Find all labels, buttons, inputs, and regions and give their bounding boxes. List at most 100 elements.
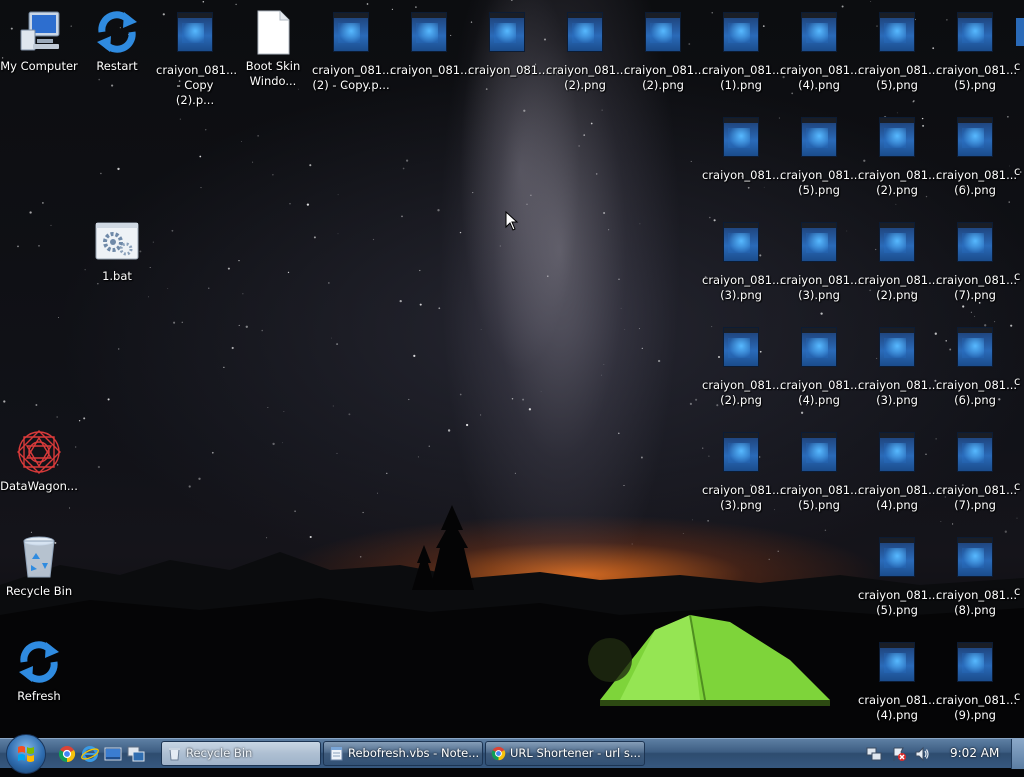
desktop-icon-label: craiyon_081... (2) - Copy.p...	[312, 63, 394, 92]
desktop-icon-png[interactable]: craiyon_081... (2).png	[702, 323, 784, 408]
desktop-icon-label: craiyon_081...	[390, 63, 472, 77]
image-thumbnail-icon	[957, 222, 993, 262]
taskbar-button-label: Recycle Bin	[186, 746, 253, 760]
desktop-icon-png[interactable]: craiyon_081... - Copy (2).p...	[156, 8, 237, 108]
desktop-icon-png[interactable]: craiyon_081...	[390, 8, 472, 78]
desktop-icon-png[interactable]: craiyon_081... (2).png	[624, 8, 705, 93]
desktop-icon-label: craiyon_081...	[702, 168, 784, 182]
volume-icon[interactable]	[914, 746, 930, 762]
image-thumbnail-icon	[645, 12, 681, 52]
image-thumbnail-icon	[957, 537, 993, 577]
desktop-icon-clipped[interactable]: c	[1014, 218, 1024, 284]
action-center-flag-icon[interactable]	[891, 746, 907, 762]
desktop-icon-label: craiyon_081... (2).png	[702, 378, 784, 407]
notepad-icon	[330, 746, 343, 761]
mouse-cursor-icon	[505, 211, 519, 231]
start-button[interactable]	[6, 734, 46, 774]
image-thumbnail-icon	[957, 327, 993, 367]
desktop-icon-label: craiyon_081... (2).png	[858, 168, 940, 197]
desktop-icon-clipped[interactable]: c	[1014, 323, 1024, 389]
desktop-icon-png[interactable]: craiyon_081... (3).png	[858, 323, 939, 408]
image-thumbnail-icon	[723, 327, 759, 367]
desktop-icon-png[interactable]: craiyon_081... (4).png	[858, 428, 939, 513]
desktop-icon-label: craiyon_081... (7).png	[936, 483, 1018, 512]
desktop-icon-label: craiyon_081... (4).png	[780, 63, 862, 92]
internet-explorer-icon[interactable]	[81, 745, 99, 763]
desktop-icon-label: craiyon_081... (7).png	[936, 273, 1018, 302]
desktop-icon-clipped[interactable]: c	[1014, 533, 1024, 599]
desktop-icon-png[interactable]: craiyon_081... (6).png	[936, 113, 1017, 198]
desktop-icon-clipped[interactable]: c	[1014, 8, 1024, 74]
taskbar-button-notepad[interactable]: Rebofresh.vbs - Note...	[323, 741, 483, 766]
desktop-icon-png[interactable]: craiyon_081... (5).png	[936, 8, 1018, 93]
desktop-icon-label: Boot Skin Windo...	[245, 59, 301, 88]
desktop-icon-png[interactable]: craiyon_081...	[468, 8, 549, 78]
desktop-icon-png[interactable]: craiyon_081... (2).png	[858, 218, 939, 303]
desktop-icon-png[interactable]: craiyon_081... (6).png	[936, 323, 1017, 408]
computer-icon	[20, 11, 60, 51]
desktop-icon-recycle-bin[interactable]: Recycle Bin	[0, 533, 78, 599]
image-thumbnail-icon	[879, 12, 915, 52]
desktop-icon-png[interactable]: craiyon_081... (3).png	[702, 428, 783, 513]
desktop-icon-label: c	[1014, 584, 1021, 598]
desktop-icon-png[interactable]: craiyon_081... (4).png	[780, 323, 861, 408]
desktop-icon-restart[interactable]: Restart	[78, 8, 156, 74]
chrome-icon	[491, 746, 506, 761]
blank-document-icon	[257, 10, 290, 55]
image-thumbnail-icon	[723, 117, 759, 157]
desktop-icon-clipped[interactable]: c	[1014, 638, 1024, 704]
desktop-icon-png[interactable]: craiyon_081... (5).png	[858, 8, 940, 93]
chrome-icon[interactable]	[58, 745, 76, 763]
desktop-icon-png[interactable]: craiyon_081... (2).png	[546, 8, 627, 93]
taskbar-button-recycle-bin[interactable]: Recycle Bin	[161, 741, 321, 766]
desktop-icon-label: craiyon_081... (5).png	[780, 168, 862, 197]
image-thumbnail-icon	[957, 12, 993, 52]
image-thumbnail-icon	[879, 327, 915, 367]
desktop-icon-png[interactable]: craiyon_081...	[702, 113, 784, 183]
desktop-icon-clipped[interactable]: c	[1014, 428, 1024, 494]
network-icon[interactable]	[866, 746, 882, 762]
desktop-icon-png[interactable]: craiyon_081... (3).png	[702, 218, 783, 303]
image-thumbnail-icon	[333, 12, 369, 52]
desktop-icon-label: craiyon_081... (5).png	[780, 483, 862, 512]
desktop-icon-label: c	[1014, 269, 1021, 283]
desktop-icon-png[interactable]: craiyon_081... (2).png	[858, 113, 940, 198]
image-thumbnail-icon	[801, 432, 837, 472]
image-thumbnail-icon	[567, 12, 603, 52]
desktop-icon-png[interactable]: craiyon_081... (8).png	[936, 533, 1017, 618]
desktop-icon-png[interactable]: craiyon_081... (7).png	[936, 428, 1018, 513]
desktop-icon-refresh[interactable]: Refresh	[0, 638, 78, 704]
image-thumbnail-icon	[879, 537, 915, 577]
recycle-bin-icon	[169, 748, 180, 761]
taskbar-button-chrome[interactable]: URL Shortener - url s...	[485, 741, 645, 766]
desktop-icon-png[interactable]: craiyon_081... (1).png	[702, 8, 783, 93]
image-thumbnail-icon	[801, 327, 837, 367]
desktop-icon-png[interactable]: craiyon_081... (3).png	[780, 218, 861, 303]
image-thumbnail-icon	[723, 12, 759, 52]
desktop-icon-label: c	[1014, 59, 1021, 73]
desktop-icon-boot-skin[interactable]: Boot Skin Windo...	[234, 8, 312, 89]
show-desktop-button[interactable]	[1011, 739, 1024, 769]
desktop-icon-my-computer[interactable]: My Computer	[0, 8, 78, 74]
image-thumbnail-icon	[879, 117, 915, 157]
desktop-icon-png[interactable]: craiyon_081... (4).png	[780, 8, 862, 93]
desktop-icon-label: craiyon_081... (5).png	[858, 63, 940, 92]
desktop-icon-png[interactable]: craiyon_081... (5).png	[780, 113, 862, 198]
window-switcher-icon[interactable]	[127, 745, 145, 763]
desktop-icon-png[interactable]: craiyon_081... (2) - Copy.p...	[312, 8, 394, 93]
taskbar-clock[interactable]: 9:02 AM	[950, 746, 999, 760]
desktop-icon-clipped[interactable]: c	[1014, 113, 1024, 179]
desktop-icon-png[interactable]: craiyon_081... (4).png	[858, 638, 939, 723]
desktop-icon-label: craiyon_081... (5).png	[936, 63, 1018, 92]
desktop-icon-png[interactable]: craiyon_081... (9).png	[936, 638, 1017, 723]
desktop-icon-png[interactable]: craiyon_081... (5).png	[858, 533, 939, 618]
desktop-icon-png[interactable]: craiyon_081... (5).png	[780, 428, 862, 513]
show-desktop-icon[interactable]	[104, 745, 122, 763]
desktop-icon-png[interactable]: craiyon_081... (7).png	[936, 218, 1018, 303]
desktop-icon-datawagon[interactable]: DataWagon...	[0, 428, 78, 494]
image-thumbnail-icon	[957, 642, 993, 682]
image-thumbnail-icon	[957, 432, 993, 472]
image-thumbnail-icon	[957, 117, 993, 157]
refresh-arrows-icon	[19, 641, 59, 683]
desktop-icon-1-bat[interactable]: 1.bat	[78, 218, 156, 284]
